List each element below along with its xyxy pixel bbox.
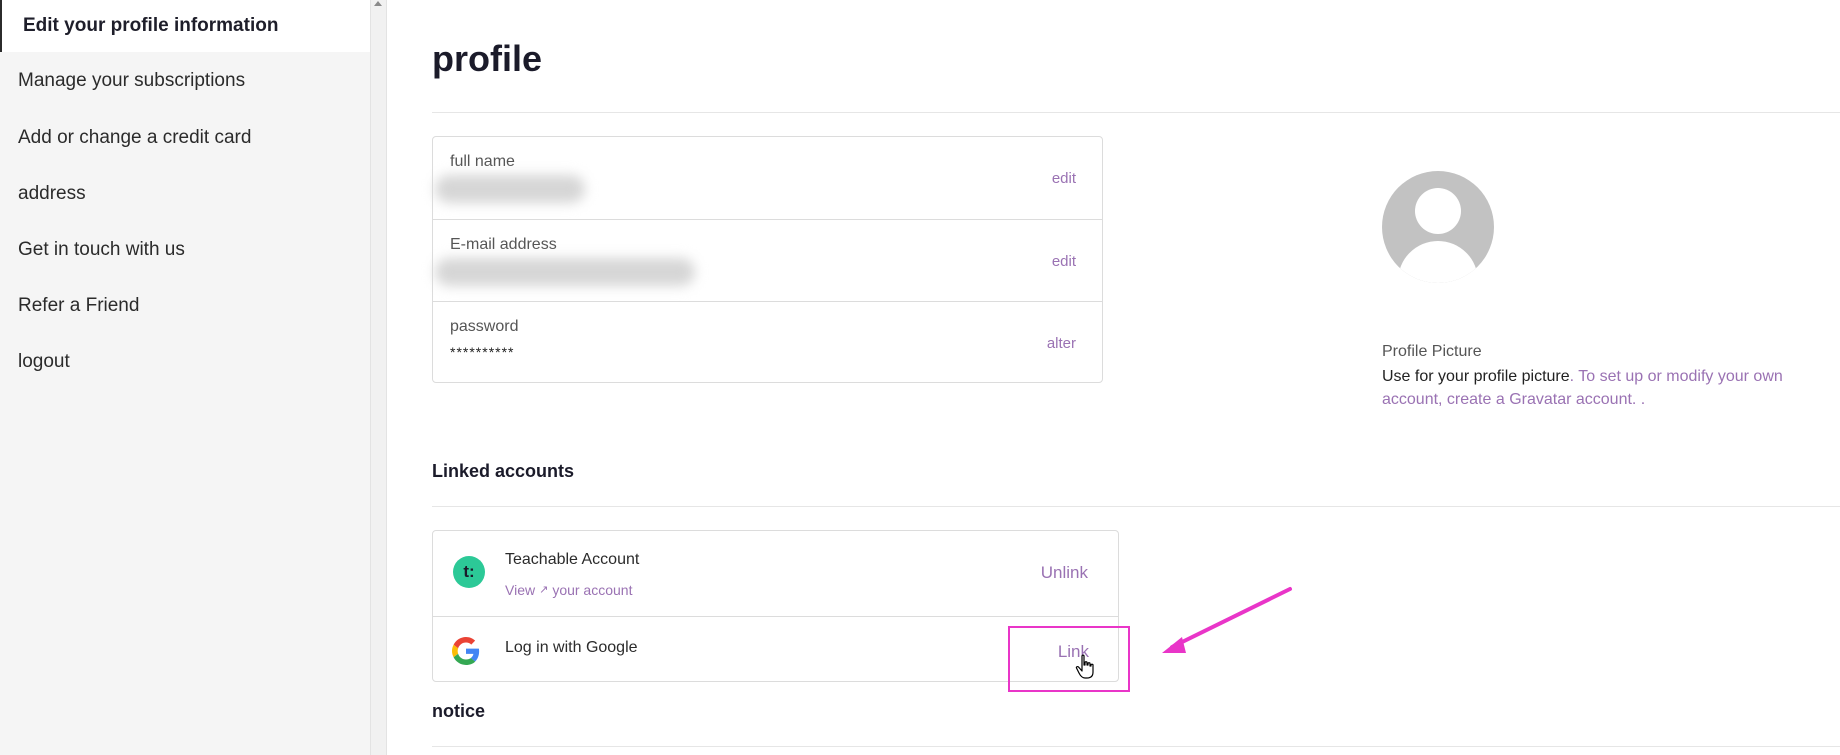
sidebar-item-label: Add or change a credit card	[18, 127, 252, 148]
sidebar-item-label: logout	[18, 351, 70, 372]
full-name-row: full name edit	[433, 137, 1102, 219]
email-row: E-mail address edit	[433, 219, 1102, 301]
divider	[432, 112, 1840, 113]
alter-password-link[interactable]: alter	[1047, 335, 1076, 352]
divider	[432, 746, 1840, 747]
sidebar-item-edit-profile[interactable]: Edit your profile information	[0, 0, 370, 52]
full-name-label: full name	[450, 153, 515, 170]
your-account-label: your account	[552, 582, 633, 598]
scroll-up-arrow-icon[interactable]	[374, 1, 382, 6]
sidebar-item-label: Get in touch with us	[18, 239, 185, 260]
sidebar-item-credit-card[interactable]: Add or change a credit card	[0, 112, 370, 164]
sidebar-item-contact[interactable]: Get in touch with us	[0, 224, 370, 276]
linked-accounts-title: Linked accounts	[432, 461, 575, 481]
view-account-link[interactable]: View ↗ your account	[505, 582, 632, 598]
profile-picture-title: Profile Picture	[1382, 343, 1482, 360]
sidebar-item-label: Manage your subscriptions	[18, 70, 246, 91]
teachable-logo-icon: t:	[453, 556, 485, 588]
profile-picture-desc-text: Use for your profile picture	[1382, 368, 1570, 385]
sidebar: Edit your profile information Manage you…	[0, 0, 370, 755]
sidebar-item-label: Edit your profile information	[23, 15, 279, 36]
avatar-head-shape	[1415, 188, 1461, 234]
hand-cursor-icon	[1075, 654, 1094, 679]
sidebar-item-label: address	[18, 183, 86, 204]
view-label: View	[505, 582, 536, 598]
sidebar-item-refer[interactable]: Refer a Friend	[0, 280, 370, 332]
edit-email-link[interactable]: edit	[1052, 253, 1076, 270]
unlink-button[interactable]: Unlink	[1041, 563, 1088, 583]
sidebar-item-address[interactable]: address	[0, 168, 370, 220]
full-name-value-redacted	[435, 175, 585, 203]
password-value: **********	[450, 344, 515, 360]
annotation-arrow	[1162, 587, 1292, 653]
sidebar-item-label: Refer a Friend	[18, 295, 140, 316]
profile-card: full name edit E-mail address edit passw…	[432, 136, 1103, 383]
password-label: password	[450, 318, 519, 335]
sidebar-item-logout[interactable]: logout	[0, 336, 370, 388]
sidebar-item-subscriptions[interactable]: Manage your subscriptions	[0, 55, 370, 107]
google-icon	[452, 637, 480, 665]
annotation-highlight-box	[1008, 626, 1130, 692]
notice-title: notice	[432, 701, 486, 721]
password-row: password ********** alter	[433, 301, 1102, 383]
page-title: profile	[432, 38, 543, 79]
avatar	[1382, 171, 1494, 283]
profile-picture-description: Use for your profile picture. To set up …	[1382, 365, 1802, 411]
email-value-redacted	[435, 258, 695, 286]
divider	[432, 506, 1840, 507]
external-link-icon: ↗	[539, 584, 549, 596]
email-label: E-mail address	[450, 236, 557, 253]
teachable-row: t: Teachable Account View ↗ your account U…	[433, 531, 1118, 617]
avatar-body-shape	[1398, 241, 1478, 283]
google-account-name: Log in with Google	[505, 639, 638, 656]
sidebar-scrollbar[interactable]	[370, 0, 387, 755]
edit-name-link[interactable]: edit	[1052, 170, 1076, 187]
teachable-account-name: Teachable Account	[505, 551, 640, 568]
